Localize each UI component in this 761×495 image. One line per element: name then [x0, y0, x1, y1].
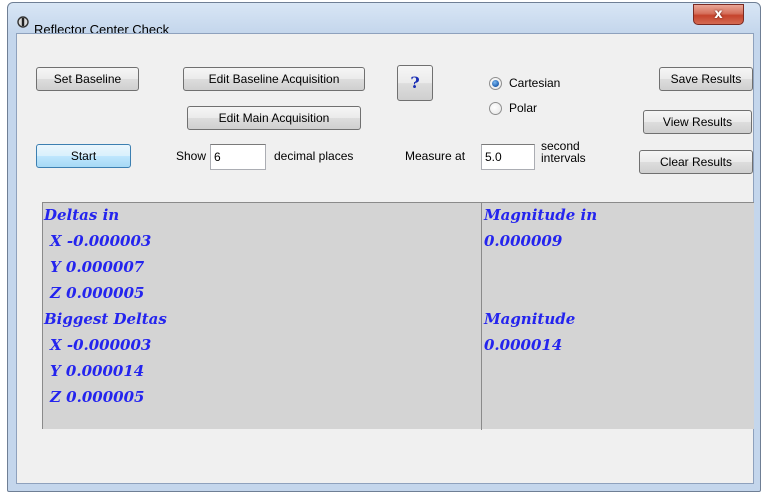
show-label: Show: [176, 149, 207, 163]
polar-label: Polar: [509, 101, 538, 115]
biggest-delta-z-value: Z 0.000005: [50, 388, 145, 406]
title-bar[interactable]: Reflector Center Check x: [8, 3, 760, 37]
biggest-magnitude-heading: Magnitude: [484, 310, 576, 328]
polar-radio[interactable]: [489, 102, 502, 115]
edit-main-acquisition-button[interactable]: Edit Main Acquisition: [187, 106, 361, 130]
decimal-places-input[interactable]: 6: [210, 144, 266, 170]
deltas-heading: Deltas in: [44, 206, 120, 224]
set-baseline-button[interactable]: Set Baseline: [36, 67, 139, 91]
measure-at-label: Measure at: [405, 149, 466, 163]
interval-unit-label-line2: intervals: [541, 151, 586, 165]
cartesian-label: Cartesian: [509, 76, 561, 90]
edit-baseline-acquisition-button[interactable]: Edit Baseline Acquisition: [183, 67, 365, 91]
cartesian-radio[interactable]: [489, 77, 502, 90]
decimal-places-label: decimal places: [274, 149, 354, 163]
delta-x-value: X -0.000003: [50, 232, 152, 250]
app-window: Reflector Center Check x Set Baseline Ed…: [7, 2, 761, 492]
biggest-magnitude-value: 0.000014: [484, 336, 563, 354]
help-button[interactable]: ?: [397, 65, 433, 101]
results-column-divider: [481, 203, 482, 430]
clear-results-button[interactable]: Clear Results: [639, 150, 753, 174]
close-button[interactable]: x: [693, 4, 744, 25]
view-results-button[interactable]: View Results: [643, 110, 752, 134]
biggest-deltas-heading: Biggest Deltas: [44, 310, 167, 328]
delta-y-value: Y 0.000007: [50, 258, 145, 276]
delta-z-value: Z 0.000005: [50, 284, 145, 302]
biggest-delta-x-value: X -0.000003: [50, 336, 152, 354]
biggest-delta-y-value: Y 0.000014: [50, 362, 145, 380]
magnitude-heading: Magnitude in: [484, 206, 598, 224]
app-icon: [17, 16, 29, 28]
results-panel: Deltas in X -0.000003 Y 0.000007 Z 0.000…: [42, 202, 754, 430]
interval-input[interactable]: 5.0: [481, 144, 535, 170]
magnitude-value: 0.000009: [484, 232, 563, 250]
start-button[interactable]: Start: [36, 144, 131, 168]
save-results-button[interactable]: Save Results: [659, 67, 753, 91]
